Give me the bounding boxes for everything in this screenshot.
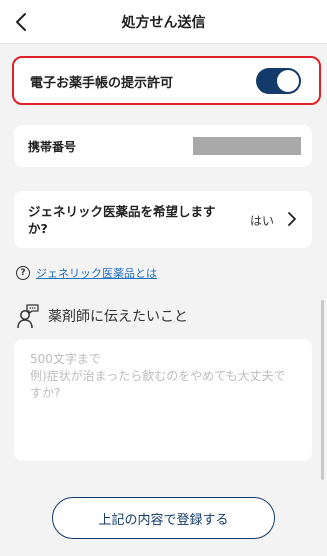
pharmacist-message-heading: 薬剤師に伝えたいこと bbox=[16, 302, 188, 330]
page-title: 処方せん送信 bbox=[121, 15, 206, 31]
question-circle-icon: ? bbox=[16, 266, 30, 280]
phone-number-label: 携帯番号 bbox=[28, 140, 77, 154]
e-notebook-label: 電子お薬手帳の提示許可 bbox=[30, 76, 174, 91]
e-notebook-permission-row: 電子お薬手帳の提示許可 bbox=[12, 56, 321, 105]
generic-info-link[interactable]: ジェネリック医薬品とは bbox=[36, 265, 157, 281]
header-bar: 処方せん送信 bbox=[0, 0, 327, 44]
pharmacist-message-input[interactable] bbox=[14, 339, 312, 461]
phone-number-redacted-value bbox=[193, 137, 301, 155]
generic-preference-value: はい bbox=[249, 214, 274, 228]
submit-button[interactable]: 上記の内容で登録する bbox=[52, 497, 275, 539]
pharmacist-message-label: 薬剤師に伝えたいこと bbox=[48, 309, 188, 325]
e-notebook-toggle[interactable] bbox=[256, 68, 301, 94]
pharmacist-chat-icon bbox=[17, 304, 39, 329]
scrollbar[interactable] bbox=[321, 300, 324, 480]
generic-preference-row[interactable]: ジェネリック医薬品を希望しますか? はい bbox=[14, 191, 312, 248]
generic-preference-label: ジェネリック医薬品を希望しますか? bbox=[28, 204, 216, 236]
phone-number-row: 携帯番号 bbox=[14, 125, 312, 167]
chevron-right-icon bbox=[288, 212, 296, 226]
generic-help-row: ? ジェネリック医薬品とは bbox=[16, 264, 157, 282]
toggle-knob bbox=[277, 70, 299, 92]
